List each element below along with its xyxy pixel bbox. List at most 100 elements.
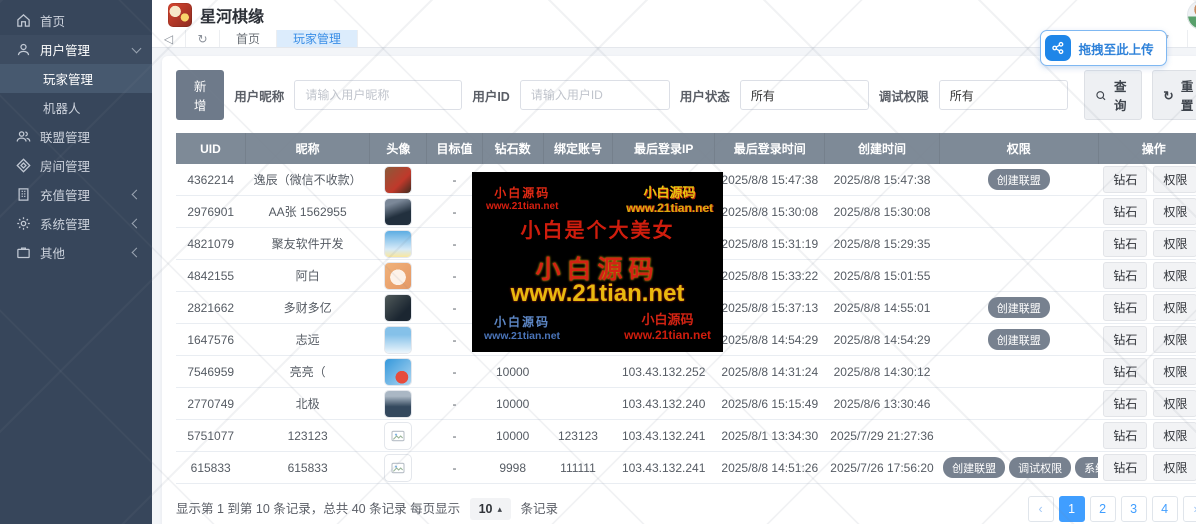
avatar-cell bbox=[370, 228, 427, 260]
row-action-button[interactable]: 权限 bbox=[1153, 390, 1196, 417]
table-cell: 10000 bbox=[482, 420, 543, 452]
table-row: 5751077123123-10000123123103.43.132.2412… bbox=[176, 420, 1196, 452]
reset-button[interactable]: ↻ 重置 bbox=[1152, 70, 1196, 120]
row-action-button[interactable]: 钻石 bbox=[1103, 230, 1147, 257]
table-cell: 2770749 bbox=[176, 388, 245, 420]
row-action-button[interactable]: 权限 bbox=[1153, 294, 1196, 321]
actions-cell: 钻石权限账号 bbox=[1098, 196, 1196, 228]
table-cell: 10000 bbox=[482, 356, 543, 388]
debug-select[interactable]: 所有 bbox=[939, 80, 1068, 110]
caret-up-icon: ▴ bbox=[498, 504, 503, 515]
sidebar-item-recharge-management[interactable]: 充值管理 bbox=[0, 180, 152, 209]
diamond-icon bbox=[16, 158, 31, 173]
row-action-button[interactable]: 权限 bbox=[1153, 422, 1196, 449]
row-action-button[interactable]: 钻石 bbox=[1103, 198, 1147, 225]
sidebar-item-robot[interactable]: 机器人 bbox=[0, 93, 152, 122]
user-avatar[interactable] bbox=[1187, 0, 1196, 30]
sidebar-item-system-management[interactable]: 系统管理 bbox=[0, 209, 152, 238]
page-button[interactable]: 4 bbox=[1152, 496, 1178, 522]
page-button[interactable]: 2 bbox=[1090, 496, 1116, 522]
row-action-button[interactable]: 权限 bbox=[1153, 326, 1196, 353]
row-action-button[interactable]: 权限 bbox=[1153, 262, 1196, 289]
tab-home[interactable]: 首页 bbox=[220, 30, 277, 47]
table-cell: 7546959 bbox=[176, 356, 245, 388]
nickname-input[interactable] bbox=[294, 80, 462, 110]
table-cell: - bbox=[427, 388, 482, 420]
table-footer: 显示第 1 到第 10 条记录，总共 40 条记录 每页显示 10 ▴ 条记录 … bbox=[176, 496, 1196, 522]
avatar-cell bbox=[370, 420, 427, 452]
row-action-button[interactable]: 权限 bbox=[1153, 230, 1196, 257]
gear-icon bbox=[16, 216, 31, 231]
tab-player-management[interactable]: 玩家管理 bbox=[277, 30, 358, 47]
permission-cell bbox=[939, 356, 1098, 388]
table-cell bbox=[543, 356, 612, 388]
next-page-button[interactable]: › bbox=[1183, 496, 1196, 522]
actions-cell: 钻石权限账号 bbox=[1098, 260, 1196, 292]
row-action-button[interactable]: 钻石 bbox=[1103, 390, 1147, 417]
avatar-cell bbox=[370, 260, 427, 292]
sidebar-item-label: 系统管理 bbox=[40, 214, 133, 233]
table-cell: 2025/8/8 15:01:55 bbox=[825, 260, 939, 292]
column-header: 头像 bbox=[370, 133, 427, 164]
sidebar-item-room-management[interactable]: 房间管理 bbox=[0, 151, 152, 180]
status-select[interactable]: 所有 bbox=[740, 80, 869, 110]
row-action-button[interactable]: 钻石 bbox=[1103, 454, 1147, 481]
table-cell: 2025/8/8 15:37:13 bbox=[715, 292, 825, 324]
tab-refresh-button[interactable]: ↻ bbox=[186, 30, 220, 47]
row-action-button[interactable]: 权限 bbox=[1153, 358, 1196, 385]
fullscreen-button[interactable] bbox=[1187, 30, 1196, 47]
sidebar-item-other[interactable]: 其他 bbox=[0, 238, 152, 267]
tab-back-button[interactable]: ◁ bbox=[152, 30, 186, 47]
watermark-bottom-right: 小白源码 www.21tian.net bbox=[624, 309, 711, 342]
page-button[interactable]: 1 bbox=[1059, 496, 1085, 522]
column-header: 操作 bbox=[1098, 133, 1196, 164]
column-header: 最后登录时间 bbox=[715, 133, 825, 164]
table-cell: 4362214 bbox=[176, 164, 245, 196]
sidebar-item-alliance-management[interactable]: 联盟管理 bbox=[0, 122, 152, 151]
per-page-select[interactable]: 10 ▴ bbox=[470, 498, 511, 520]
table-cell: 10000 bbox=[482, 388, 543, 420]
row-action-button[interactable]: 钻石 bbox=[1103, 326, 1147, 353]
row-action-button[interactable]: 钻石 bbox=[1103, 294, 1147, 321]
add-button[interactable]: 新增 bbox=[176, 70, 224, 120]
sidebar-item-home[interactable]: 首页 bbox=[0, 6, 152, 35]
row-action-button[interactable]: 钻石 bbox=[1103, 358, 1147, 385]
broken-image-icon bbox=[385, 423, 411, 449]
table-cell: 2025/8/8 15:47:38 bbox=[825, 164, 939, 196]
permission-cell bbox=[939, 196, 1098, 228]
player-avatar bbox=[385, 391, 411, 417]
row-action-button[interactable]: 钻石 bbox=[1103, 262, 1147, 289]
permission-cell bbox=[939, 420, 1098, 452]
actions-cell: 钻石权限账号 bbox=[1098, 228, 1196, 260]
table-cell: 北极 bbox=[245, 388, 369, 420]
table-cell: 5751077 bbox=[176, 420, 245, 452]
sidebar-item-user-management[interactable]: 用户管理 bbox=[0, 35, 152, 64]
records-summary: 显示第 1 到第 10 条记录，总共 40 条记录 每页显示 10 ▴ 条记录 bbox=[176, 498, 558, 520]
table-cell: 123123 bbox=[543, 420, 612, 452]
drag-upload-widget[interactable]: 拖拽至此上传 bbox=[1040, 30, 1167, 66]
reset-refresh-icon: ↻ bbox=[1163, 88, 1173, 103]
row-action-button[interactable]: 钻石 bbox=[1103, 166, 1147, 193]
actions-cell: 钻石权限账号 bbox=[1098, 452, 1196, 484]
sidebar-item-label: 联盟管理 bbox=[40, 127, 140, 146]
table-cell: 2025/8/8 15:29:35 bbox=[825, 228, 939, 260]
actions-cell: 钻石权限账号 bbox=[1098, 420, 1196, 452]
row-action-button[interactable]: 权限 bbox=[1153, 166, 1196, 193]
row-action-button[interactable]: 钻石 bbox=[1103, 422, 1147, 449]
permission-cell: 创建联盟 bbox=[939, 292, 1098, 324]
table-cell: 2025/8/8 14:54:29 bbox=[825, 324, 939, 356]
search-button[interactable]: 查询 bbox=[1084, 70, 1143, 120]
row-action-button[interactable]: 权限 bbox=[1153, 198, 1196, 225]
uid-input[interactable] bbox=[520, 80, 670, 110]
prev-page-button[interactable]: ‹ bbox=[1028, 496, 1054, 522]
back-arrow-icon: ◁ bbox=[164, 32, 173, 46]
permission-cell bbox=[939, 388, 1098, 420]
upload-label: 拖拽至此上传 bbox=[1079, 39, 1154, 58]
sidebar-item-label: 用户管理 bbox=[40, 40, 133, 59]
watermark-top-left: 小白源码 www.21tian.net bbox=[486, 184, 558, 212]
column-header: 最后登录IP bbox=[613, 133, 715, 164]
page-button[interactable]: 3 bbox=[1121, 496, 1147, 522]
column-header: UID bbox=[176, 133, 245, 164]
row-action-button[interactable]: 权限 bbox=[1153, 454, 1196, 481]
sidebar-item-player-management[interactable]: 玩家管理 bbox=[0, 64, 152, 93]
